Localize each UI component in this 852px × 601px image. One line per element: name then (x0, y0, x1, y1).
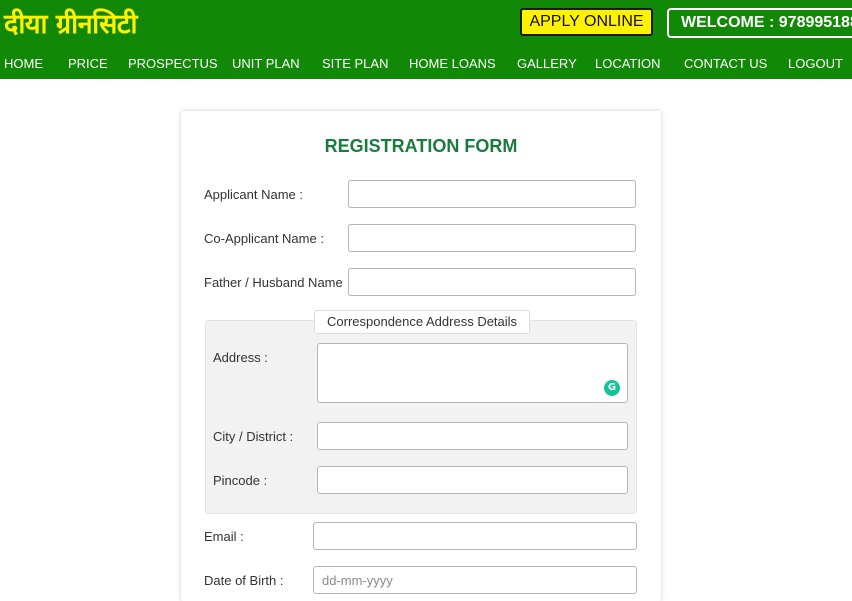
pincode-input[interactable] (317, 466, 628, 494)
date-of-birth-input[interactable] (313, 566, 637, 594)
nav-unit-plan[interactable]: UNIT PLAN (232, 56, 300, 71)
form-title: REGISTRATION FORM (324, 136, 518, 156)
grammarly-icon[interactable]: G (604, 380, 620, 396)
father-husband-name-input[interactable] (348, 268, 636, 296)
nav-site-plan[interactable]: SITE PLAN (322, 56, 388, 71)
welcome-user-badge: WELCOME : 9789951882 (667, 8, 852, 38)
nav-location[interactable]: LOCATION (595, 56, 661, 71)
date-of-birth-label: Date of Birth : (204, 573, 284, 588)
correspondence-address-legend: Correspondence Address Details (314, 310, 531, 334)
city-district-input[interactable] (317, 422, 628, 450)
address-label: Address : (213, 350, 268, 365)
applicant-name-label: Applicant Name : (204, 187, 303, 202)
email-label: Email : (204, 529, 244, 544)
nav-prospectus[interactable]: PROSPECTUS (128, 56, 218, 71)
nav-contact-us[interactable]: CONTACT US (684, 56, 767, 71)
nav-home[interactable]: HOME (4, 56, 43, 71)
co-applicant-name-input[interactable] (348, 224, 636, 252)
city-district-label: City / District : (213, 429, 294, 444)
nav-home-loans[interactable]: HOME LOANS (409, 56, 496, 71)
site-header: दीया ग्रीनसिटी APPLY ONLINE WELCOME : 97… (0, 0, 852, 79)
address-textarea[interactable] (317, 343, 628, 403)
nav-price[interactable]: PRICE (68, 56, 108, 71)
father-husband-name-label: Father / Husband Name (204, 275, 343, 290)
apply-online-button[interactable]: APPLY ONLINE (520, 8, 653, 36)
nav-logout[interactable]: LOGOUT (788, 56, 843, 71)
pincode-label: Pincode : (213, 473, 268, 488)
nav-gallery[interactable]: GALLERY (517, 56, 577, 71)
email-input[interactable] (313, 522, 637, 550)
site-logo[interactable]: दीया ग्रीनसिटी (4, 4, 137, 41)
co-applicant-name-label: Co-Applicant Name : (204, 231, 324, 246)
applicant-name-input[interactable] (348, 180, 636, 208)
